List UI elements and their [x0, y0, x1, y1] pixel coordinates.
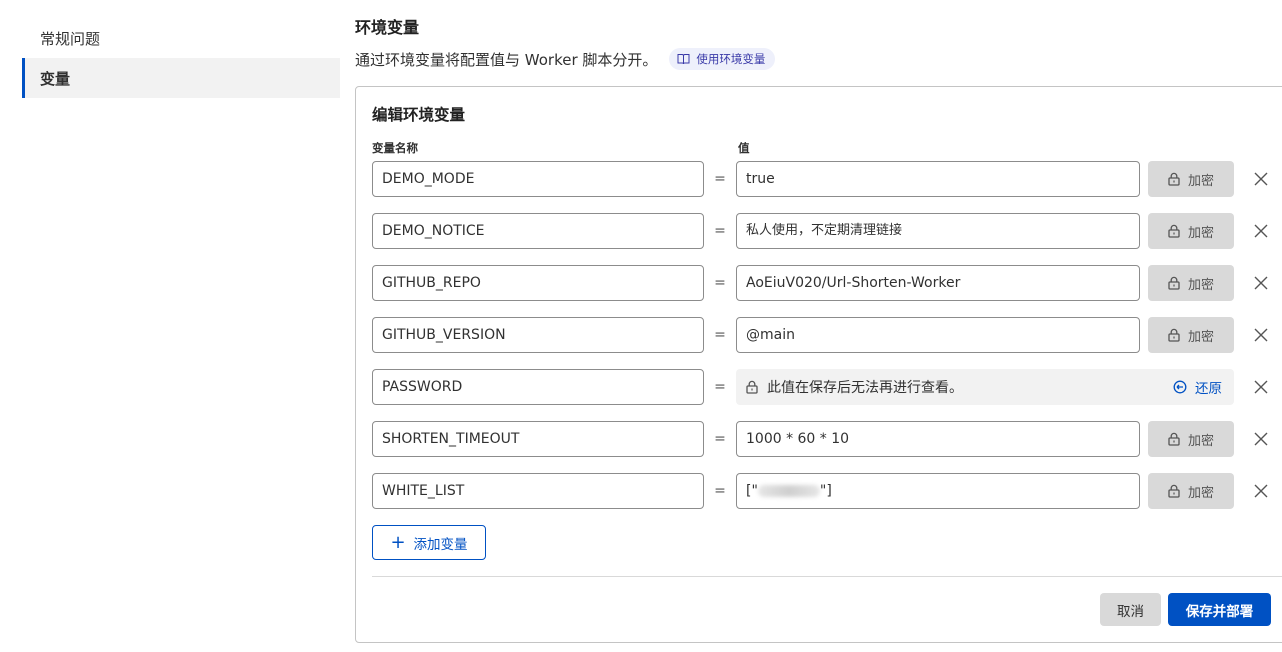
variable-row: DEMO_NOTICE = 私人使用，不定期清理链接 加密: [372, 213, 1282, 249]
variable-row: DEMO_MODE = true 加密: [372, 161, 1282, 197]
lock-icon: [1168, 172, 1180, 186]
cancel-button[interactable]: 取消: [1100, 593, 1161, 626]
variable-name-input[interactable]: DEMO_MODE: [372, 161, 704, 197]
encrypt-button[interactable]: 加密: [1148, 213, 1234, 249]
close-icon[interactable]: [1252, 430, 1270, 448]
undo-icon: [1173, 380, 1187, 394]
variable-value-input[interactable]: @main: [736, 317, 1140, 353]
sidebar-item-label: 变量: [40, 69, 71, 88]
variable-name-input[interactable]: SHORTEN_TIMEOUT: [372, 421, 704, 457]
variable-row: PASSWORD = 此值在保存后无法再进行查看。 还原: [372, 369, 1282, 405]
close-icon[interactable]: [1252, 326, 1270, 344]
encrypt-button[interactable]: 加密: [1148, 421, 1234, 457]
variable-name-input[interactable]: DEMO_NOTICE: [372, 213, 704, 249]
card-title: 编辑环境变量: [372, 106, 466, 124]
lock-icon: [1168, 276, 1180, 290]
save-and-deploy-button[interactable]: 保存并部署: [1168, 593, 1271, 626]
variable-name-input[interactable]: PASSWORD: [372, 369, 704, 405]
restore-button[interactable]: 还原: [1173, 377, 1222, 397]
close-icon[interactable]: [1252, 222, 1270, 240]
equals-sign: =: [714, 379, 726, 395]
value-suffix: "]: [819, 483, 832, 499]
variable-value-input[interactable]: 私人使用，不定期清理链接: [736, 213, 1140, 249]
variable-name-input[interactable]: GITHUB_VERSION: [372, 317, 704, 353]
variable-row: GITHUB_VERSION = @main 加密: [372, 317, 1282, 353]
variable-value-input[interactable]: [" "]: [736, 473, 1140, 509]
lock-icon: [1168, 432, 1180, 446]
docs-link-label: 使用环境变量: [696, 52, 766, 66]
sidebar-item-variables[interactable]: 变量: [22, 58, 340, 98]
encrypt-label: 加密: [1187, 277, 1214, 293]
sidebar-item-general[interactable]: 常规问题: [22, 18, 340, 58]
close-icon[interactable]: [1252, 482, 1270, 500]
variable-name-input[interactable]: WHITE_LIST: [372, 473, 704, 509]
secret-notice: 此值在保存后无法再进行查看。: [767, 380, 963, 396]
variable-value-input[interactable]: AoEiuV020/Url-Shorten-Worker: [736, 265, 1140, 301]
variable-name-input[interactable]: GITHUB_REPO: [372, 265, 704, 301]
encrypt-button[interactable]: 加密: [1148, 161, 1234, 197]
main-content: 环境变量 通过环境变量将配置值与 Worker 脚本分开。 使用环境变量 编辑环…: [355, 16, 1282, 643]
add-variable-button[interactable]: + 添加变量: [372, 525, 486, 560]
variable-row: SHORTEN_TIMEOUT = 1000 * 60 * 10 加密: [372, 421, 1282, 457]
equals-sign: =: [714, 275, 726, 291]
value-prefix: [": [746, 483, 758, 499]
encrypt-button[interactable]: 加密: [1148, 265, 1234, 301]
equals-sign: =: [714, 431, 726, 447]
encrypt-label: 加密: [1187, 433, 1214, 449]
lock-icon: [1168, 328, 1180, 342]
divider: [372, 576, 1282, 577]
redacted-value: [757, 485, 820, 497]
value-column-label: 值: [738, 141, 750, 155]
encrypt-label: 加密: [1187, 329, 1214, 345]
name-column-label: 变量名称: [372, 141, 418, 155]
add-variable-label: 添加变量: [413, 536, 468, 553]
page-description: 通过环境变量将配置值与 Worker 脚本分开。: [355, 50, 658, 69]
encrypt-button[interactable]: 加密: [1148, 473, 1234, 509]
plus-icon: +: [390, 531, 406, 553]
encrypt-label: 加密: [1187, 225, 1214, 241]
description-row: 通过环境变量将配置值与 Worker 脚本分开。 使用环境变量: [355, 46, 1282, 72]
settings-sidebar: 常规问题 变量: [22, 18, 340, 98]
equals-sign: =: [714, 327, 726, 343]
sidebar-item-label: 常规问题: [40, 29, 101, 48]
equals-sign: =: [714, 171, 726, 187]
variable-row: WHITE_LIST = [" "] 加密: [372, 473, 1282, 509]
equals-sign: =: [714, 483, 726, 499]
encrypt-label: 加密: [1187, 173, 1214, 189]
lock-icon: [1168, 224, 1180, 238]
encrypted-value: 此值在保存后无法再进行查看。 还原: [736, 369, 1234, 405]
restore-label: 还原: [1195, 381, 1222, 397]
lock-icon: [1168, 484, 1180, 498]
encrypt-label: 加密: [1187, 485, 1214, 501]
lock-icon: [746, 380, 758, 394]
variable-value-input[interactable]: 1000 * 60 * 10: [736, 421, 1140, 457]
variable-value-input[interactable]: true: [736, 161, 1140, 197]
book-icon: [677, 54, 690, 65]
docs-link[interactable]: 使用环境变量: [669, 48, 776, 70]
close-icon[interactable]: [1252, 378, 1270, 396]
page-title: 环境变量: [355, 18, 420, 37]
equals-sign: =: [714, 223, 726, 239]
variable-row: GITHUB_REPO = AoEiuV020/Url-Shorten-Work…: [372, 265, 1282, 301]
encrypt-button[interactable]: 加密: [1148, 317, 1234, 353]
edit-variables-card: 编辑环境变量 变量名称 值 DEMO_MODE = true 加密 DEMO_N…: [355, 86, 1282, 643]
close-icon[interactable]: [1252, 170, 1270, 188]
close-icon[interactable]: [1252, 274, 1270, 292]
